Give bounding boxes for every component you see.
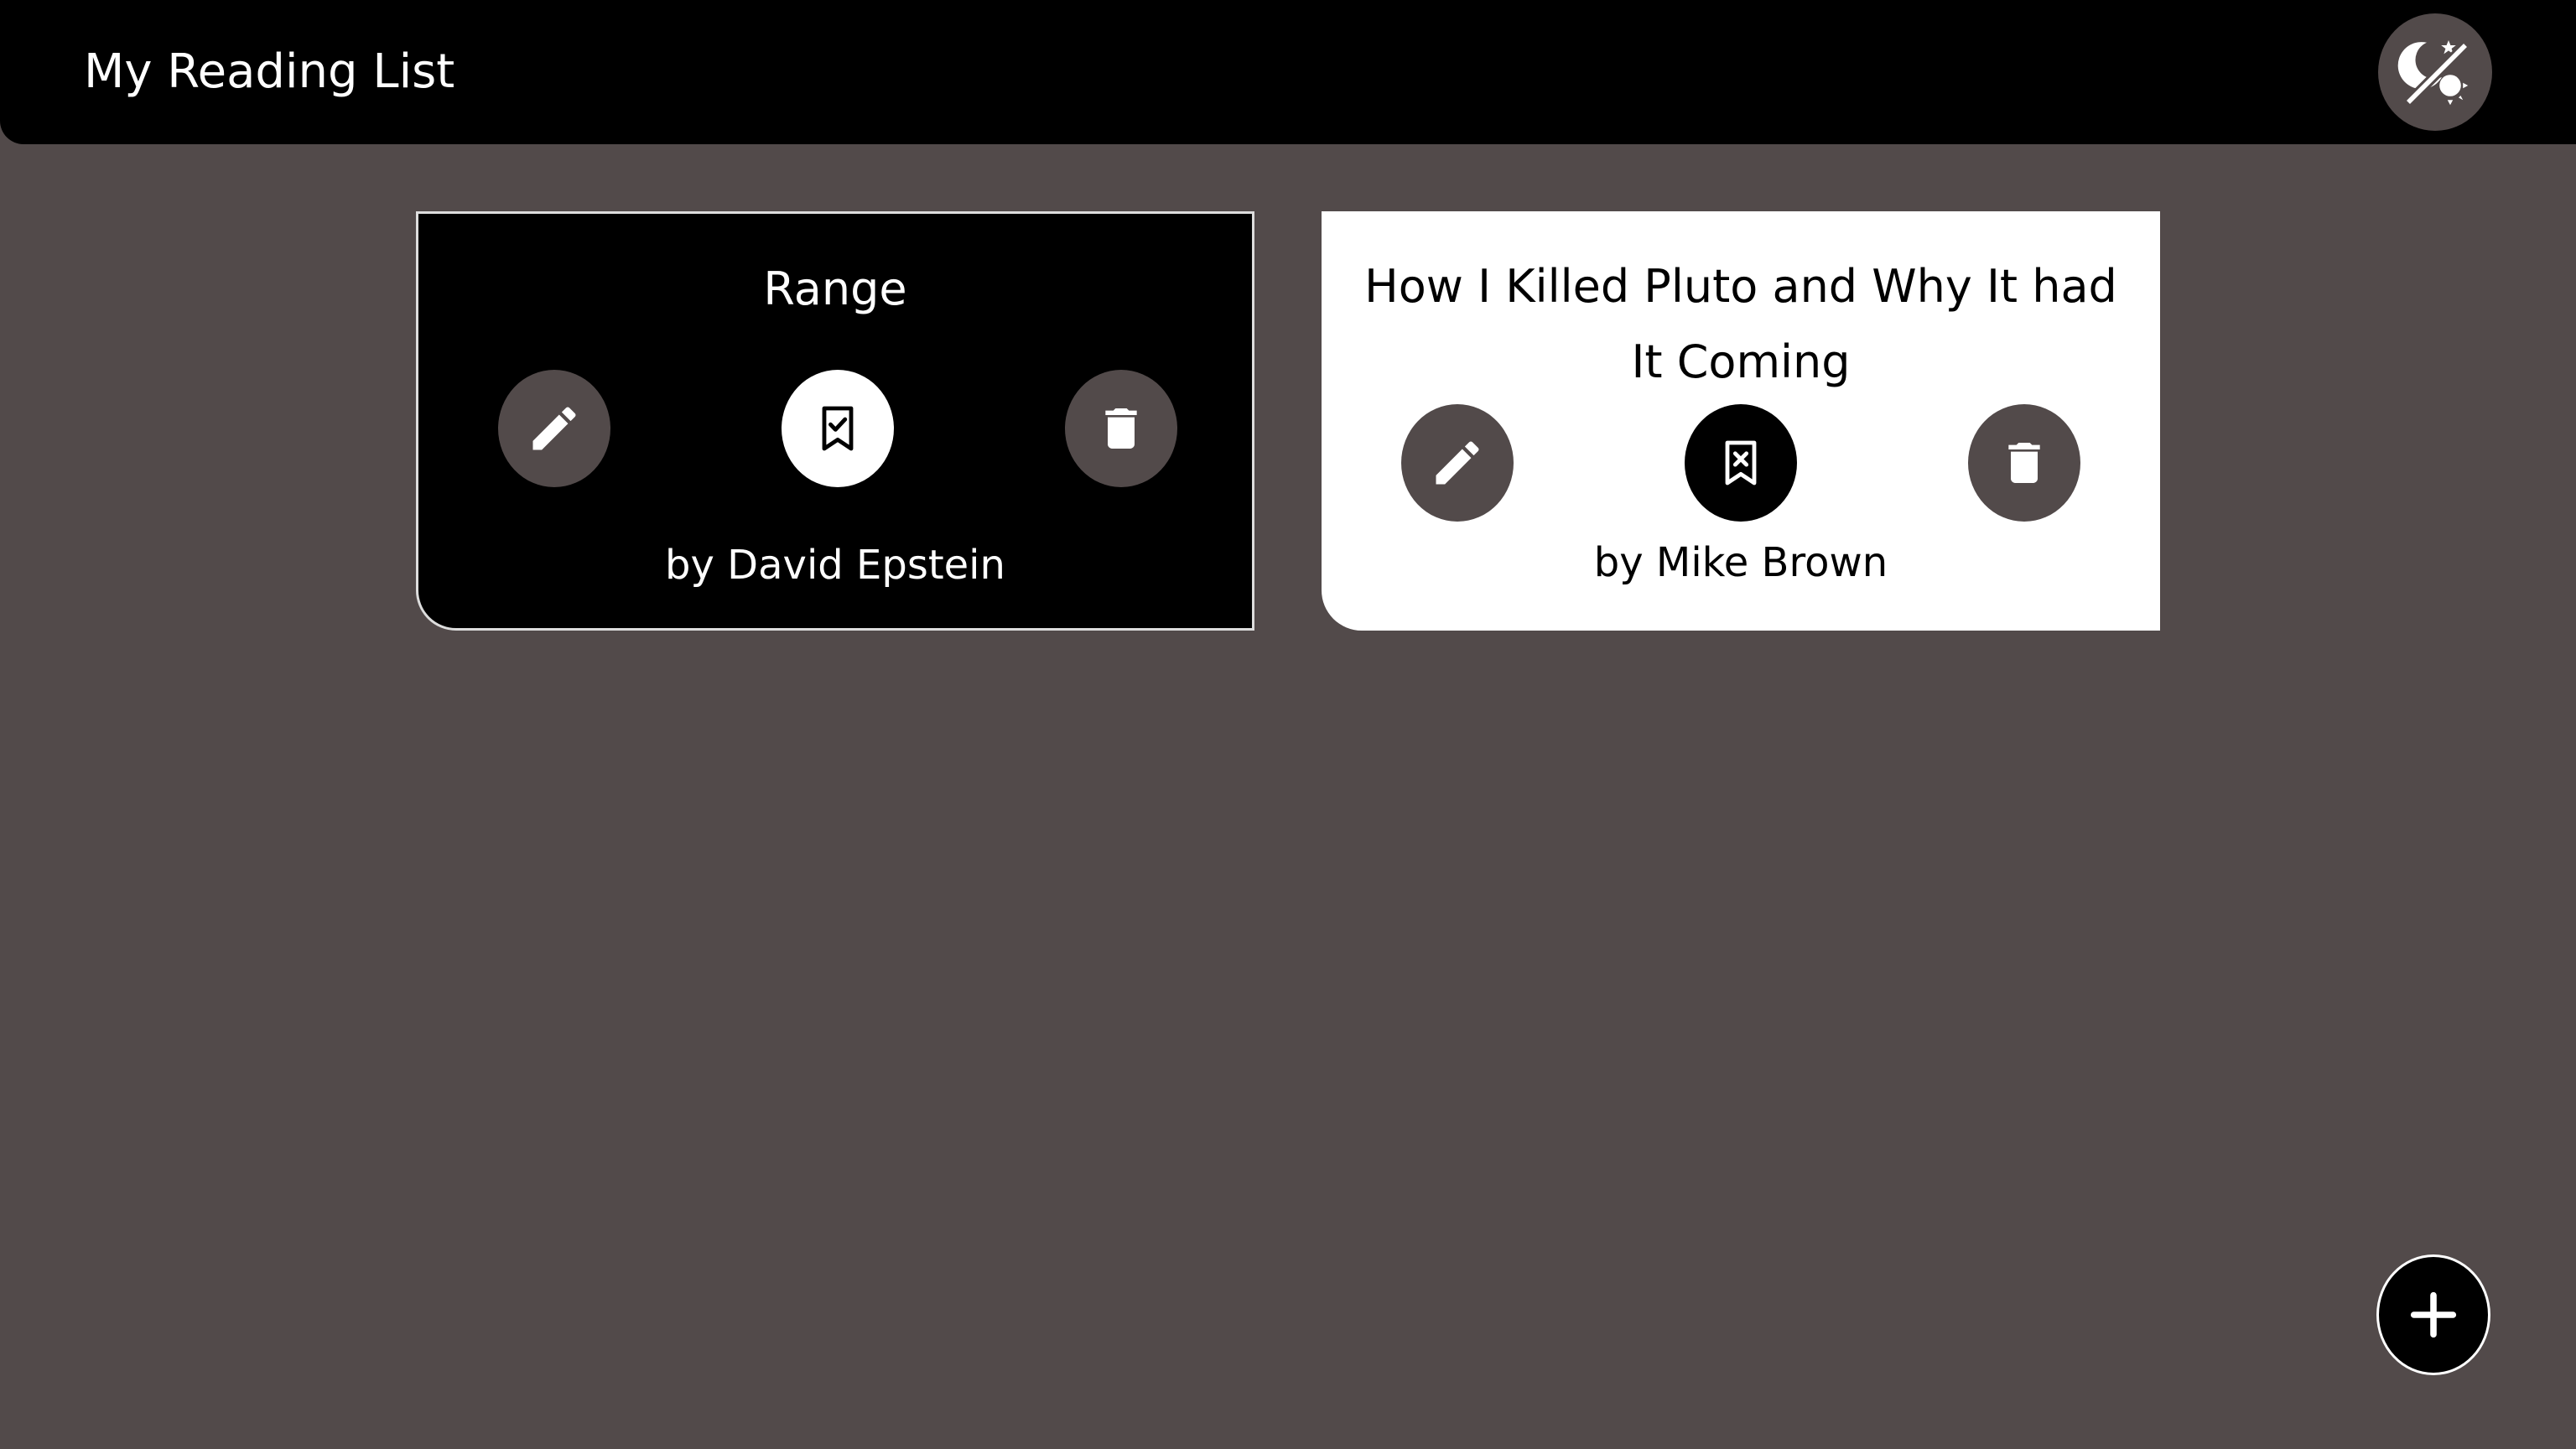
book-author: by Mike Brown (1593, 539, 1888, 586)
book-actions (418, 370, 1252, 487)
book-title: Range (763, 262, 907, 315)
pencil-icon (526, 400, 583, 457)
app-title: My Reading List (84, 44, 455, 99)
toggle-read-button[interactable] (1685, 404, 1797, 522)
book-title: How I Killed Pluto and Why It had It Com… (1364, 260, 2117, 388)
theme-toggle-button[interactable] (2378, 13, 2492, 131)
add-book-button[interactable] (2376, 1254, 2490, 1375)
edit-button[interactable] (1401, 404, 1514, 522)
book-actions (1322, 404, 2160, 522)
trash-icon (1094, 402, 1148, 455)
bookmark-remove-icon (1714, 436, 1768, 490)
delete-button[interactable] (1065, 370, 1177, 487)
book-author: by David Epstein (665, 542, 1005, 589)
app-bar: My Reading List (0, 0, 2576, 144)
book-card: How I Killed Pluto and Why It had It Com… (1322, 211, 2160, 631)
bookmark-check-icon (811, 402, 865, 455)
pencil-icon (1429, 434, 1486, 491)
edit-button[interactable] (498, 370, 610, 487)
delete-button[interactable] (1968, 404, 2080, 522)
toggle-read-button[interactable] (782, 370, 894, 487)
theme-toggle-icon (2395, 32, 2475, 112)
trash-icon (1997, 436, 2051, 490)
book-card: Range by David Epstein (416, 211, 1254, 631)
plus-icon (2404, 1285, 2463, 1344)
